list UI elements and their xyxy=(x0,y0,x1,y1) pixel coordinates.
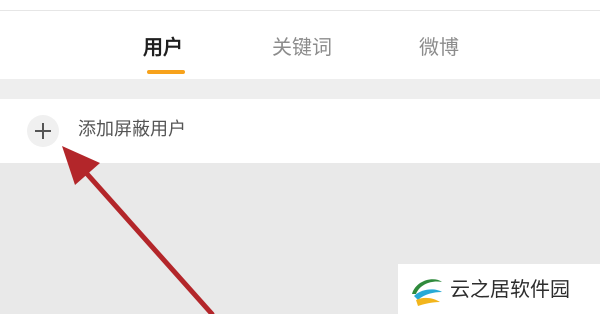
leaf-swirl-logo-icon xyxy=(412,279,442,306)
tab-bar: 用户 关键词 微博 xyxy=(0,11,600,79)
add-blocked-user-button[interactable]: 添加屏蔽用户 xyxy=(0,99,600,163)
add-blocked-user-label: 添加屏蔽用户 xyxy=(78,119,186,140)
plus-icon[interactable] xyxy=(27,115,59,147)
watermark-text: 云之居软件园 xyxy=(450,277,570,301)
active-tab-indicator xyxy=(147,70,185,74)
tab-users[interactable]: 用户 xyxy=(143,35,183,59)
top-strip xyxy=(0,0,600,11)
tab-keywords[interactable]: 关键词 xyxy=(272,35,332,59)
section-gap xyxy=(0,79,600,99)
tab-weibo[interactable]: 微博 xyxy=(419,35,459,59)
watermark: 云之居软件园 xyxy=(398,264,600,314)
